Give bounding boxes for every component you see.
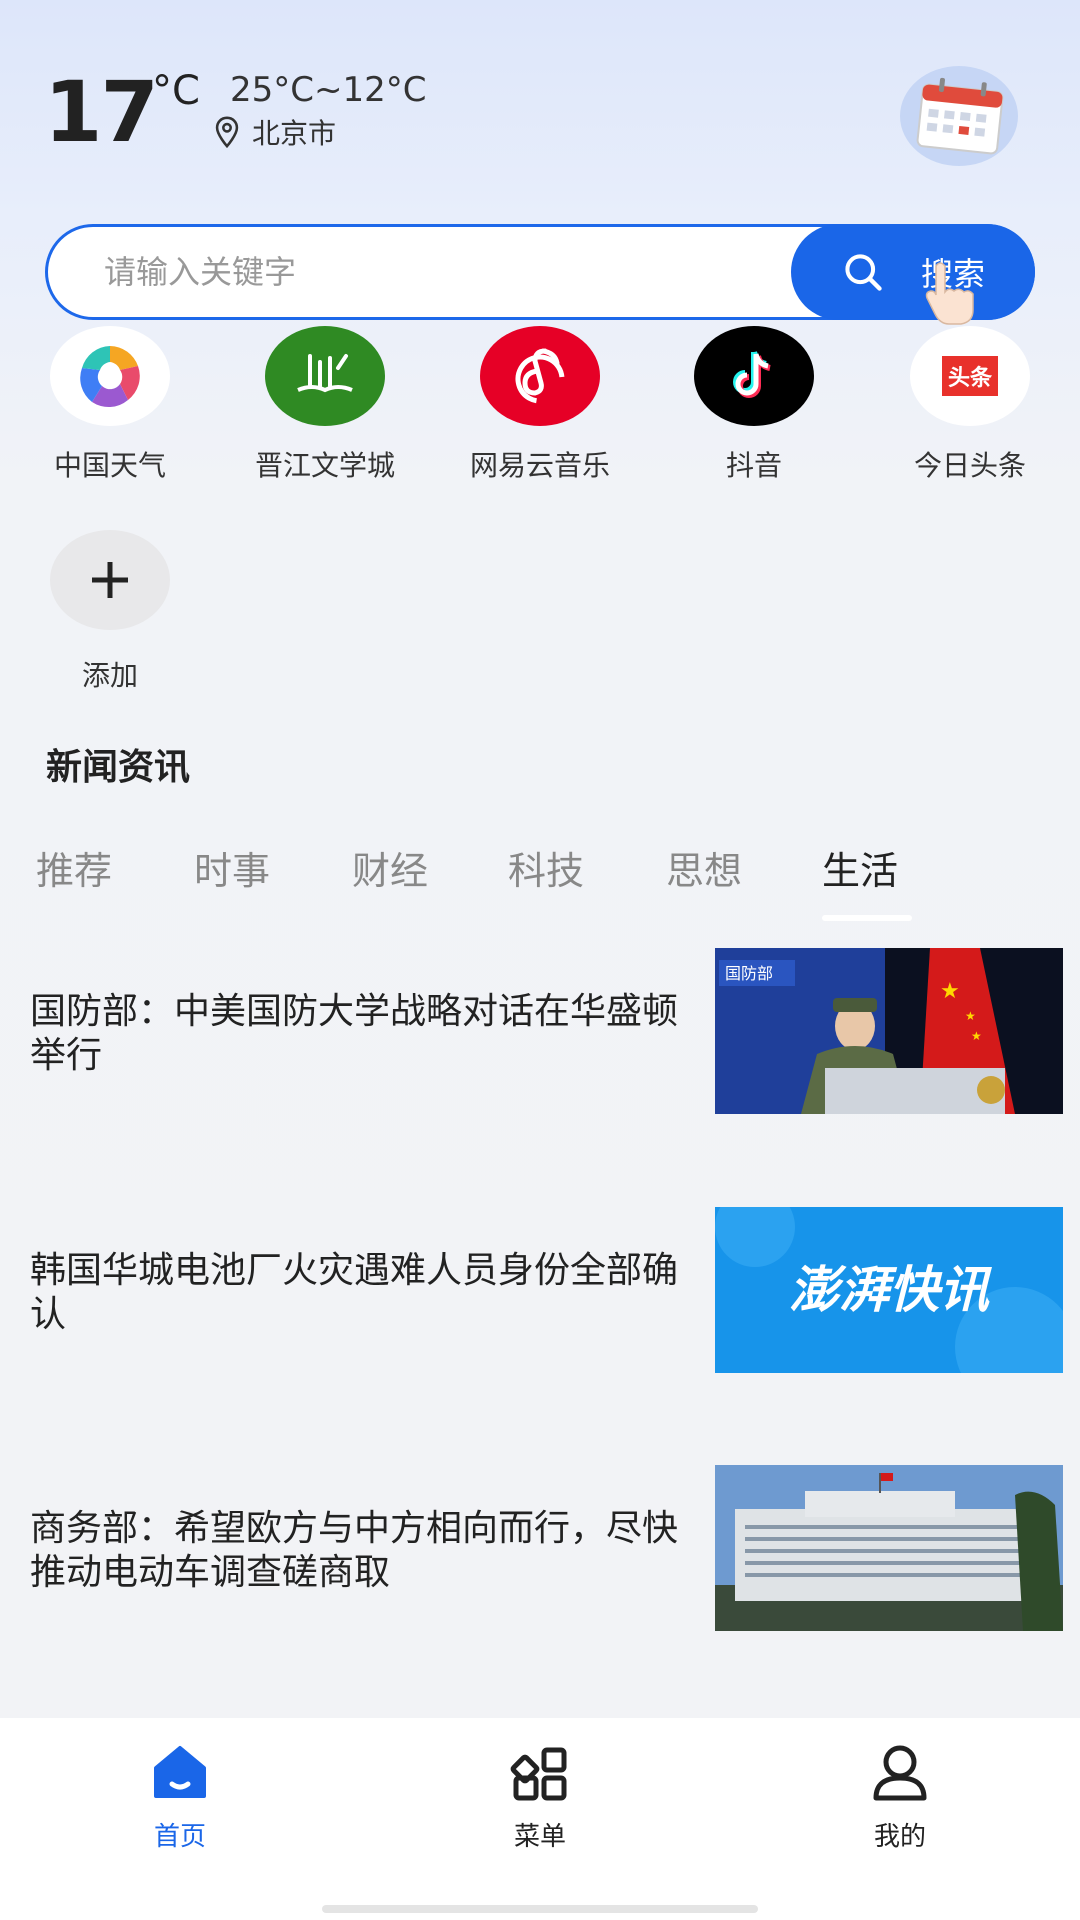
nav-menu[interactable]: 菜单 — [440, 1718, 640, 1853]
shortcut-label: 中国天气 — [53, 449, 166, 482]
section-title: 新闻资讯 — [46, 747, 191, 788]
news-thumbnail: ★ ★ ★ 国防部 — [715, 948, 1063, 1114]
shortcut-label: 抖音 — [725, 449, 782, 482]
search-icon — [845, 254, 882, 291]
shortcut-douyin[interactable]: 抖音 — [654, 326, 854, 484]
tab-recommend[interactable]: 推荐 — [36, 840, 112, 895]
shortcut-toutiao[interactable]: 头条 今日头条 — [870, 326, 1070, 484]
news-thumbnail: 澎湃快讯 — [715, 1207, 1063, 1373]
calendar-button[interactable] — [900, 66, 1018, 166]
search-button[interactable]: 搜索 — [791, 224, 1035, 320]
tab-life[interactable]: 生活 — [822, 840, 898, 895]
shortcut-label: 今日头条 — [913, 449, 1026, 482]
location-pin-icon — [215, 116, 239, 149]
news-item[interactable]: 国防部：中美国防大学战略对话在华盛顿举行 ★ ★ ★ 国防部 — [0, 948, 1080, 1118]
home-indicator — [322, 1905, 758, 1913]
bottom-navigation: 首页 菜单 我的 — [0, 1718, 1080, 1920]
grid-menu-icon — [510, 1747, 567, 1801]
location[interactable]: 北京市 — [210, 112, 336, 152]
nav-home[interactable]: 首页 — [80, 1718, 280, 1853]
news-item[interactable]: 韩国华城电池厂火灾遇难人员身份全部确认 澎湃快讯 — [0, 1207, 1080, 1377]
nav-label: 我的 — [873, 1822, 926, 1852]
pointer-hand-icon — [925, 262, 974, 325]
add-label: 添加 — [81, 659, 138, 692]
add-icon-circle — [50, 530, 170, 630]
shortcut-china-weather[interactable]: 中国天气 — [10, 326, 210, 484]
shortcut-jjwxc[interactable]: 晋江文学城 — [225, 326, 425, 484]
calendar-icon — [916, 77, 1004, 155]
temperature-range: 25°C~12°C — [230, 70, 427, 110]
svg-text:★: ★ — [940, 979, 960, 1004]
shortcut-label: 网易云音乐 — [469, 449, 610, 482]
location-label: 北京市 — [252, 117, 337, 150]
news-title: 韩国华城电池厂火灾遇难人员身份全部确认 — [30, 1250, 679, 1335]
tab-thought[interactable]: 思想 — [666, 840, 742, 895]
news-image-caption: 澎湃快讯 — [789, 1261, 992, 1319]
search-input[interactable] — [104, 227, 704, 317]
nav-label: 菜单 — [513, 1822, 566, 1852]
news-title: 商务部：希望欧方与中方相向而行，尽快推动电动车调查磋商取 — [30, 1508, 679, 1593]
user-icon — [873, 1745, 927, 1801]
news-thumbnail — [715, 1465, 1063, 1631]
netease-music-icon — [480, 326, 600, 426]
add-shortcut-button[interactable]: 添加 — [10, 530, 210, 694]
weather-widget[interactable]: 17 °C 25°C~12°C 北京市 — [44, 62, 544, 162]
temperature-unit: °C — [152, 68, 200, 114]
tab-finance[interactable]: 财经 — [352, 840, 428, 895]
toutiao-icon: 头条 — [910, 326, 1030, 426]
tab-current-affairs[interactable]: 时事 — [194, 840, 270, 895]
search-bar: 搜索 — [45, 224, 1035, 320]
news-tabs: 推荐 时事 财经 科技 思想 生活 — [0, 840, 1080, 920]
svg-text:★: ★ — [971, 1029, 982, 1043]
home-icon — [154, 1746, 206, 1798]
shortcut-label: 晋江文学城 — [254, 449, 395, 482]
news-image-caption: 国防部 — [725, 964, 773, 983]
douyin-icon — [694, 326, 814, 426]
toutiao-badge: 头条 — [941, 356, 998, 396]
news-item[interactable]: 商务部：希望欧方与中方相向而行，尽快推动电动车调查磋商取 — [0, 1465, 1080, 1635]
news-title: 国防部：中美国防大学战略对话在华盛顿举行 — [30, 991, 679, 1076]
active-tab-indicator — [822, 915, 912, 921]
svg-text:★: ★ — [965, 1009, 976, 1023]
china-weather-icon — [50, 326, 170, 426]
jjwxc-icon — [265, 326, 385, 426]
nav-profile[interactable]: 我的 — [800, 1718, 1000, 1853]
temperature: 17 — [44, 63, 159, 161]
tab-technology[interactable]: 科技 — [508, 840, 584, 895]
shortcut-grid: 中国天气 晋江文学城 网易云音乐 抖音 头条 今日头条 — [0, 326, 1080, 486]
shortcut-netease-music[interactable]: 网易云音乐 — [440, 326, 640, 484]
nav-label: 首页 — [153, 1822, 206, 1852]
plus-icon — [92, 562, 128, 598]
